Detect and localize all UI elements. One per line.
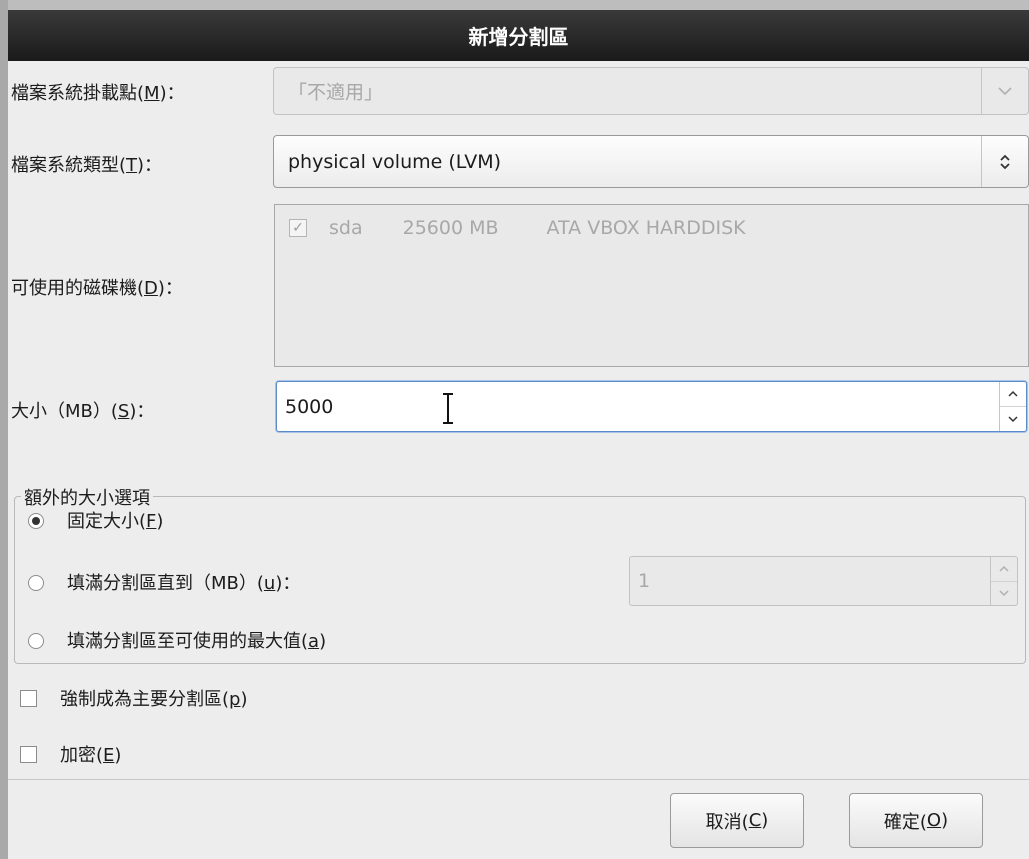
fill-to-label[interactable]: 填滿分割區直到（MB）(u)： — [67, 569, 300, 595]
force-primary-checkbox[interactable] — [20, 690, 37, 707]
drive-name: sda — [329, 217, 363, 239]
size-options-frame: 額外的大小選項 固定大小(F) 填滿分割區直到（MB）(u)： 1 填滿分割區至… — [14, 484, 1026, 664]
fill-max-radio[interactable] — [28, 633, 44, 649]
fixed-size-label[interactable]: 固定大小(F) — [67, 507, 163, 533]
decrement-icon[interactable] — [991, 580, 1017, 606]
fixed-size-radio[interactable] — [28, 513, 44, 529]
decrement-icon[interactable] — [1000, 406, 1026, 431]
dialog-titlebar: 新增分割區 — [8, 10, 1029, 61]
drive-list[interactable]: ✓ sda 25600 MB ATA VBOX HARDDISK — [274, 204, 1029, 367]
dialog-title: 新增分割區 — [468, 25, 569, 49]
desktop-backdrop-left — [0, 0, 8, 859]
cancel-button[interactable]: 取消(C) — [670, 793, 804, 848]
force-primary-label[interactable]: 強制成為主要分割區(p) — [60, 685, 248, 711]
up-down-chevron-icon[interactable] — [981, 136, 1028, 187]
fill-max-label[interactable]: 填滿分割區至可使用的最大值(a) — [67, 627, 326, 653]
mount-point-value: 「不適用」 — [288, 81, 384, 104]
increment-icon[interactable] — [991, 557, 1017, 581]
fs-type-label: 檔案系統類型(T)： — [11, 155, 163, 176]
drive-size: 25600 MB — [402, 217, 499, 239]
text-cursor-icon — [441, 392, 455, 430]
mount-point-combo[interactable]: 「不適用」 — [273, 67, 1029, 115]
desktop-backdrop — [0, 0, 1029, 10]
chevron-down-icon[interactable] — [981, 68, 1028, 114]
increment-icon[interactable] — [1000, 382, 1026, 406]
fill-to-spinbox[interactable]: 1 — [629, 556, 1018, 606]
fs-type-combo[interactable]: physical volume (LVM) — [273, 135, 1029, 188]
drive-model: ATA VBOX HARDDISK — [546, 217, 746, 239]
size-label: 大小（MB）(S)： — [11, 401, 155, 422]
fs-type-value: physical volume (LVM) — [288, 150, 502, 173]
button-separator — [8, 779, 1029, 780]
drive-checkbox[interactable]: ✓ — [289, 219, 307, 237]
mount-point-label: 檔案系統掛載點(M)： — [11, 83, 185, 104]
drives-label: 可使用的磁碟機(D)： — [11, 278, 183, 299]
fill-to-radio[interactable] — [28, 575, 44, 591]
encrypt-checkbox[interactable] — [20, 746, 37, 763]
drive-row[interactable]: ✓ sda 25600 MB ATA VBOX HARDDISK — [289, 217, 746, 239]
encrypt-label[interactable]: 加密(E) — [60, 741, 121, 767]
size-spinbox[interactable]: 5000 — [276, 381, 1027, 432]
fill-to-value: 1 — [638, 570, 651, 592]
size-value: 5000 — [285, 395, 334, 418]
ok-button[interactable]: 確定(O) — [849, 793, 983, 848]
add-partition-dialog: 新增分割區 檔案系統掛載點(M)： 「不適用」 檔案系統類型(T)： physi… — [8, 10, 1029, 859]
